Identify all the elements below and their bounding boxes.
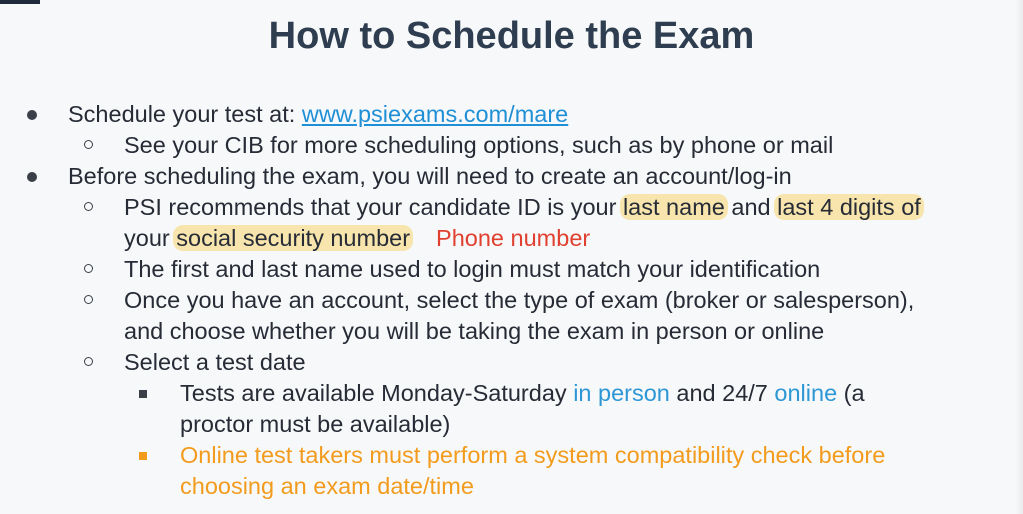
bullet-circle-icon <box>84 140 93 149</box>
bullet-schedule: Schedule your test at: www.psiexams.com/… <box>68 99 568 130</box>
sub-bullet-candidate-id-cont: your social security number Phone number <box>124 223 590 254</box>
highlight-last-4-digits: last 4 digits of <box>774 194 924 220</box>
slide: How to Schedule the Exam Schedule your t… <box>0 0 1023 514</box>
bullet-dot-icon <box>27 172 37 182</box>
your-text: your <box>124 225 177 251</box>
sub-bullet-select-date: Select a test date <box>124 349 306 375</box>
sub-bullet-name-match: The first and last name used to login mu… <box>124 256 821 282</box>
square-bullet-compat-l2: choosing an exam date/time <box>180 473 474 499</box>
bullet-before-scheduling: Before scheduling the exam, you will nee… <box>68 163 792 189</box>
highlight-last-name: last name <box>619 194 728 220</box>
availability-end: (a <box>837 380 865 406</box>
sub-bullet-candidate-id: PSI recommends that your candidate ID is… <box>124 192 924 223</box>
bullet-schedule-text: Schedule your test at: <box>68 101 302 127</box>
availability-text: Tests are available Monday-Saturday <box>180 380 574 406</box>
availability-mid: and 24/7 <box>669 380 775 406</box>
highlight-ssn: social security number <box>173 225 414 251</box>
candidate-id-text: PSI recommends that your candidate ID is… <box>124 194 623 220</box>
square-bullet-availability-l2: proctor must be available) <box>180 411 451 437</box>
square-bullet-compat-l1: Online test takers must perform a system… <box>180 442 886 468</box>
in-person-text: in person <box>573 380 670 406</box>
online-text: online <box>774 380 838 406</box>
bullet-circle-icon <box>84 264 93 273</box>
sub-bullet-cib: See your CIB for more scheduling options… <box>124 132 834 158</box>
bullet-circle-icon <box>84 295 93 304</box>
bullet-circle-icon <box>84 357 93 366</box>
phone-number-note: Phone number <box>436 225 591 251</box>
sub-bullet-exam-type-l1: Once you have an account, select the typ… <box>124 287 915 313</box>
sub-bullet-exam-type-l2: and choose whether you will be taking th… <box>124 318 825 344</box>
square-bullet-availability: Tests are available Monday-Saturday in p… <box>180 378 865 409</box>
bullet-dot-icon <box>27 110 37 120</box>
bullet-square-icon <box>139 390 147 398</box>
bullet-list: Schedule your test at: www.psiexams.com/… <box>0 0 1023 514</box>
bullet-circle-icon <box>84 202 93 211</box>
and-text: and <box>724 194 778 220</box>
bullet-square-orange-icon <box>139 452 147 460</box>
psi-exams-link[interactable]: www.psiexams.com/mare <box>302 101 568 127</box>
